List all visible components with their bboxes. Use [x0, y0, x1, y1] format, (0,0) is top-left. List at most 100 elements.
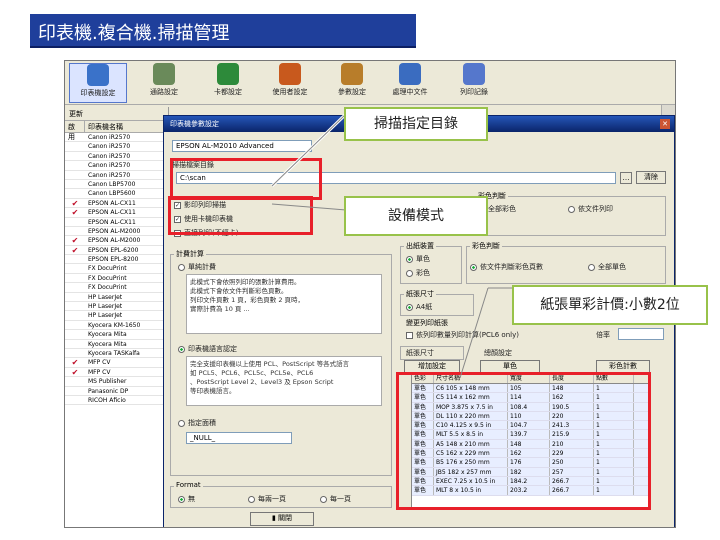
check-icon[interactable]: ✔ — [65, 236, 85, 245]
printer-row[interactable]: EPSON AL-CX11 — [65, 218, 168, 227]
empty-check[interactable] — [65, 274, 85, 282]
output-mono[interactable]: 單色 — [406, 254, 430, 264]
toolbar-button-5[interactable]: 處理中文件 — [381, 63, 439, 103]
format-two-per[interactable]: 每兩一頁 — [248, 494, 286, 504]
check-icon[interactable]: ✔ — [65, 246, 85, 255]
col-printer-name[interactable]: 印表機名稱 — [85, 121, 165, 132]
format-none-radio[interactable] — [178, 495, 185, 503]
printer-row[interactable]: Canon iR2570 — [65, 152, 168, 162]
format-two-per-radio[interactable] — [248, 495, 255, 503]
printer-row[interactable]: Kyocera Mita — [65, 330, 168, 340]
printer-row[interactable]: HP LaserJet — [65, 311, 168, 321]
empty-check[interactable] — [65, 255, 85, 263]
judge-all-mono[interactable]: 全部單色 — [588, 262, 626, 272]
empty-check[interactable] — [65, 189, 85, 197]
format-one-per-radio[interactable] — [320, 495, 327, 503]
clear-button[interactable]: 清除 — [636, 171, 666, 184]
printer-row[interactable]: EPSON EPL-8200 — [65, 255, 168, 265]
empty-check[interactable] — [65, 302, 85, 310]
printer-row[interactable]: Canon iR2570 — [65, 142, 168, 152]
empty-check[interactable] — [65, 377, 85, 385]
printer-row[interactable]: RICOH Aficio — [65, 396, 168, 406]
option-pcl6[interactable]: 依列印數量列印計算(PCL6 only) — [406, 330, 519, 340]
empty-check[interactable] — [65, 218, 85, 226]
check-icon[interactable]: ✔ — [65, 358, 85, 367]
printer-row[interactable]: ✔ EPSON AL-CX11 — [65, 208, 168, 218]
empty-check[interactable] — [65, 171, 85, 179]
pcl6-checkbox[interactable] — [406, 331, 413, 339]
empty-check[interactable] — [65, 321, 85, 329]
judge-all-mono-radio[interactable] — [588, 263, 595, 271]
printer-row[interactable]: Kyocera KM-1650 — [65, 321, 168, 331]
check-icon[interactable]: ✔ — [65, 208, 85, 217]
empty-check[interactable] — [65, 311, 85, 319]
rate-input[interactable] — [618, 328, 664, 340]
empty-check[interactable] — [65, 180, 85, 188]
empty-check[interactable] — [65, 283, 85, 291]
close-button[interactable]: ▮ 關閉 — [250, 512, 314, 526]
empty-check[interactable] — [65, 349, 85, 357]
empty-check[interactable] — [65, 330, 85, 338]
paper-a4-radio[interactable] — [406, 303, 413, 311]
printer-row[interactable]: Canon iR2570 — [65, 171, 168, 180]
empty-check[interactable] — [65, 161, 85, 169]
col-enabled[interactable]: 啟用 — [65, 121, 85, 141]
printer-row[interactable]: Canon iR2570 — [65, 161, 168, 171]
billing-simple[interactable]: 單純計費 — [178, 262, 216, 272]
printer-row[interactable]: ✔ EPSON EPL-6200 — [65, 246, 168, 256]
judge-by-doc[interactable]: 依文件判斷彩色頁數 — [470, 262, 543, 272]
billing-area[interactable]: 指定面積 — [178, 418, 216, 428]
empty-check[interactable] — [65, 396, 85, 404]
device-name-field[interactable]: EPSON AL-M2010 Advanced — [172, 140, 312, 152]
output-color-radio[interactable] — [406, 269, 413, 277]
close-icon[interactable]: ✕ — [660, 119, 670, 129]
billing-simple-radio[interactable] — [178, 263, 185, 271]
toolbar-button-3[interactable]: 使用者設定 — [261, 63, 319, 103]
billing-printer-language-radio[interactable] — [178, 345, 185, 353]
printer-row[interactable]: Panasonic DP — [65, 387, 168, 396]
check-icon[interactable]: ✔ — [65, 368, 85, 377]
empty-check[interactable] — [65, 293, 85, 301]
empty-check[interactable] — [65, 340, 85, 348]
printer-row[interactable]: FX DocuPrint — [65, 274, 168, 284]
printer-row[interactable]: ✔ EPSON AL-CX11 — [65, 199, 168, 209]
output-mono-radio[interactable] — [406, 255, 413, 263]
judge-by-doc-radio[interactable] — [470, 263, 477, 271]
paper-a4[interactable]: A4紙 — [406, 302, 432, 312]
printer-row[interactable]: EPSON AL-M2000 — [65, 227, 168, 237]
area-select[interactable]: _NULL_ — [186, 432, 292, 444]
printer-row[interactable]: FX DocuPrint — [65, 283, 168, 293]
toolbar-button-4[interactable]: 參數設定 — [323, 63, 381, 103]
printer-row[interactable]: HP LaserJet — [65, 293, 168, 303]
browse-folder-icon[interactable]: … — [620, 172, 632, 184]
empty-check[interactable] — [65, 387, 85, 395]
empty-check[interactable] — [65, 152, 85, 160]
output-color[interactable]: 彩色 — [406, 268, 430, 278]
printer-row[interactable]: ✔ EPSON AL-M2000 — [65, 236, 168, 246]
toolbar-button-6[interactable]: 列印記錄 — [445, 63, 503, 103]
toolbar-button-2[interactable]: 卡都設定 — [199, 63, 257, 103]
printer-row[interactable]: FX DocuPrint — [65, 264, 168, 274]
billing-area-radio[interactable] — [178, 419, 185, 427]
printer-row[interactable]: ✔ MFP CV — [65, 368, 168, 378]
toolbar-button-1[interactable]: 通路設定 — [135, 63, 193, 103]
check-icon[interactable]: ✔ — [65, 199, 85, 208]
toolbar-button-0[interactable]: 印表機設定 — [69, 63, 127, 103]
printer-row[interactable]: Kyocera TASKalfa — [65, 349, 168, 359]
printer-row[interactable]: ✔ MFP CV — [65, 358, 168, 368]
empty-check[interactable] — [65, 264, 85, 272]
format-none[interactable]: 無 — [178, 494, 195, 504]
color-doc-radio[interactable] — [568, 205, 575, 213]
empty-check[interactable] — [65, 227, 85, 235]
empty-check[interactable] — [65, 142, 85, 150]
printer-row[interactable]: Canon iR2570 — [65, 133, 168, 143]
empty-check[interactable] — [65, 133, 85, 141]
printer-row[interactable]: HP LaserJet — [65, 302, 168, 312]
printer-row[interactable]: Canon LBP5600 — [65, 189, 168, 199]
billing-printer-language[interactable]: 印表機語言認定 — [178, 344, 237, 354]
refresh-button[interactable]: 更新 — [65, 107, 168, 121]
printer-row[interactable]: MS Publisher — [65, 377, 168, 387]
printer-row[interactable]: Canon LBP5700 — [65, 180, 168, 190]
color-option-doc[interactable]: 依文件列印 — [568, 204, 613, 214]
printer-row[interactable]: Kyocera Mita — [65, 340, 168, 349]
